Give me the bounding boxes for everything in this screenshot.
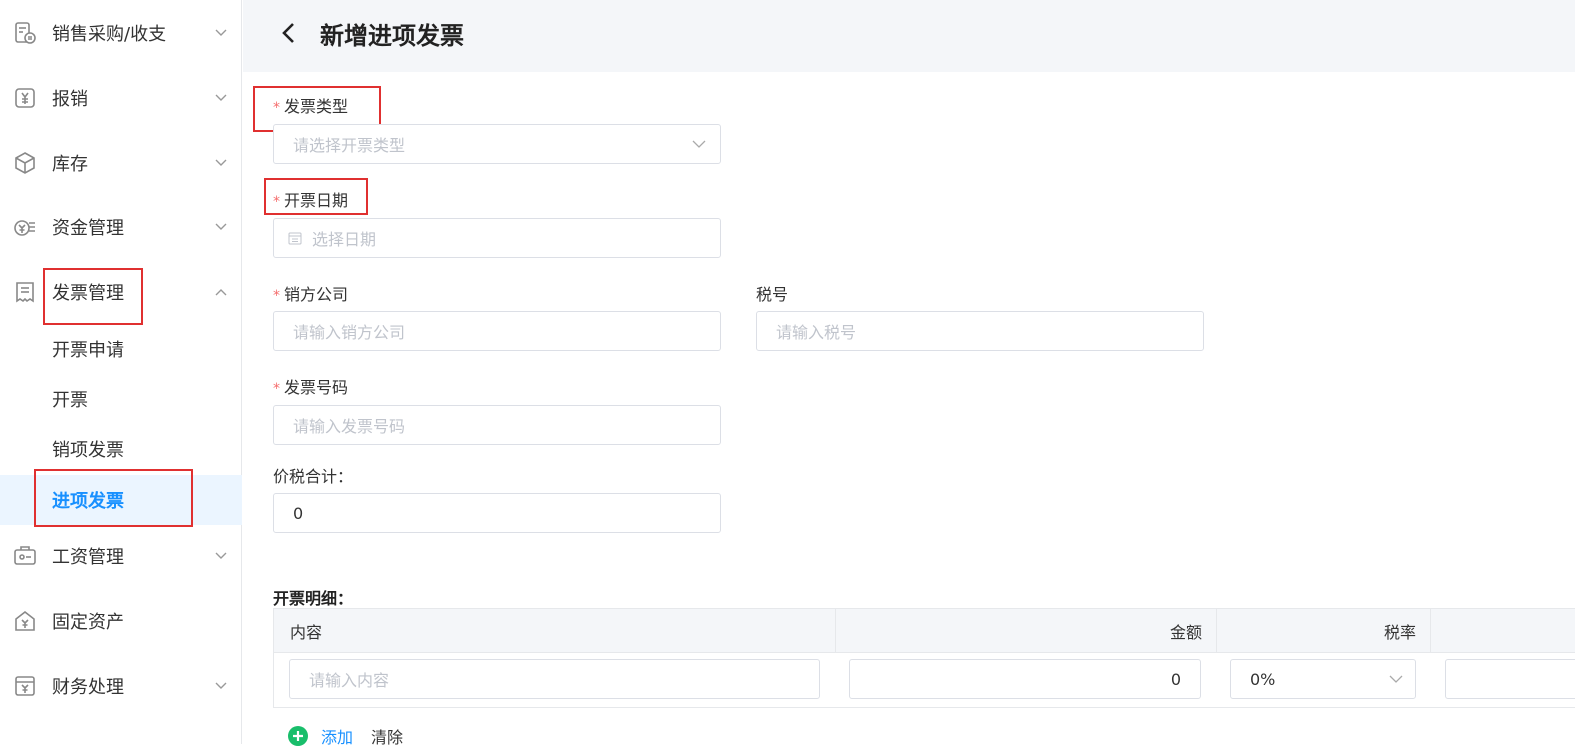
content-input[interactable]: 请输入内容 <box>289 659 820 699</box>
sidebar-item-label: 财务处理 <box>52 677 124 698</box>
yen-box-icon <box>12 85 38 111</box>
input-placeholder: 请输入税号 <box>776 323 857 342</box>
sidebar-item-invoice-management[interactable]: 发票管理 <box>0 267 242 317</box>
money-icon <box>12 214 38 240</box>
select-placeholder: 请选择开票类型 <box>293 136 406 155</box>
sidebar-item-label: 固定资产 <box>52 612 124 633</box>
receipt-icon <box>12 279 38 305</box>
sidebar-subitem-label: 进项发票 <box>52 491 124 512</box>
invoice-type-label: * 发票类型 <box>273 97 349 116</box>
sidebar-item-payroll[interactable]: 工资管理 <box>0 531 242 581</box>
input-value: 0 <box>1170 669 1181 689</box>
tax-amount-input[interactable] <box>1445 659 1575 699</box>
chevron-down-icon <box>214 91 228 105</box>
calendar-icon <box>288 232 302 245</box>
chevron-down-icon <box>214 679 228 693</box>
sidebar-subitem-label: 开票 <box>52 390 88 411</box>
chevron-up-icon <box>214 285 228 299</box>
date-placeholder: 选择日期 <box>312 230 377 249</box>
sidebar-subitem-label: 开票申请 <box>52 340 124 361</box>
sidebar-item-reimbursement[interactable]: 报销 <box>0 73 242 123</box>
sidebar-subitem-label: 销项发票 <box>52 440 124 461</box>
input-placeholder: 请输入发票号码 <box>293 417 406 436</box>
seller-company-label: * 销方公司 <box>273 285 349 304</box>
sidebar-subitem-invoice-request[interactable]: 开票申请 <box>0 324 242 374</box>
add-label: 添加 <box>321 728 354 747</box>
invoice-type-select[interactable]: 请选择开票类型 <box>273 124 721 164</box>
chevron-down-icon <box>214 220 228 234</box>
amount-input[interactable]: 0 <box>849 659 1201 699</box>
chevron-down-icon <box>692 140 706 148</box>
column-header-amount: 金额 <box>836 609 1217 653</box>
salary-card-icon <box>12 543 38 569</box>
total-with-tax-label: 价税合计： <box>273 467 354 486</box>
chevron-down-icon <box>214 549 228 563</box>
input-placeholder: 请输入销方公司 <box>293 323 406 342</box>
invoice-date-picker[interactable]: 选择日期 <box>273 218 721 258</box>
house-yen-icon <box>12 608 38 634</box>
tax-id-input[interactable]: 请输入税号 <box>756 311 1204 351</box>
page-title: 新增进项发票 <box>320 22 464 50</box>
details-table: 内容 金额 税率 请输入内容 0 0% <box>273 608 1575 708</box>
sidebar-item-label: 工资管理 <box>52 547 124 568</box>
input-placeholder: 请输入内容 <box>309 671 390 690</box>
chevron-down-icon <box>214 26 228 40</box>
clear-button[interactable]: 清除 <box>371 724 403 748</box>
chevron-left-icon <box>282 23 294 43</box>
sidebar-subitem-input-invoice[interactable]: 进项发票 <box>0 475 242 525</box>
cube-icon <box>12 150 38 176</box>
seller-company-input[interactable]: 请输入销方公司 <box>273 311 721 351</box>
select-value: 0% <box>1250 669 1276 689</box>
sidebar-item-accounting[interactable]: 财务处理 <box>0 661 242 711</box>
column-header-tax-rate: 税率 <box>1217 609 1431 653</box>
invoice-date-label: * 开票日期 <box>273 191 349 210</box>
back-button[interactable] <box>275 18 301 48</box>
sidebar: 销售采购/收支 报销 库存 资金管理 发票管理 开票申请 开票 销项发票 进项发… <box>0 0 242 744</box>
invoice-number-input[interactable]: 请输入发票号码 <box>273 405 721 445</box>
sidebar-item-label: 销售采购/收支 <box>52 24 167 45</box>
column-header-extra <box>1431 609 1575 653</box>
detail-actions: 添加 清除 <box>287 724 403 748</box>
tax-id-label: 税号 <box>756 285 789 304</box>
sidebar-item-label: 发票管理 <box>52 283 124 304</box>
sidebar-subitem-output-invoice[interactable]: 销项发票 <box>0 424 242 474</box>
chevron-down-icon <box>214 156 228 170</box>
ledger-icon <box>12 673 38 699</box>
input-value: 0 <box>293 503 304 523</box>
sidebar-item-inventory[interactable]: 库存 <box>0 138 242 188</box>
sidebar-item-sales-purchase[interactable]: 销售采购/收支 <box>0 8 242 58</box>
sidebar-item-label: 资金管理 <box>52 218 124 239</box>
invoice-number-label: * 发票号码 <box>273 378 349 397</box>
invoice-exchange-icon <box>12 20 38 46</box>
table-header-row: 内容 金额 税率 <box>274 609 1575 653</box>
sidebar-item-funds[interactable]: 资金管理 <box>0 202 242 252</box>
sidebar-item-fixed-assets[interactable]: 固定资产 <box>0 596 242 646</box>
sidebar-item-label: 库存 <box>52 154 88 175</box>
total-with-tax-input[interactable]: 0 <box>273 493 721 533</box>
add-row-button[interactable]: 添加 <box>287 724 353 748</box>
tax-rate-select[interactable]: 0% <box>1230 659 1416 699</box>
sidebar-item-label: 报销 <box>52 89 88 110</box>
chevron-down-icon <box>1389 675 1403 683</box>
column-header-content: 内容 <box>274 609 836 653</box>
details-section-title: 开票明细： <box>273 589 354 608</box>
sidebar-subitem-issue-invoice[interactable]: 开票 <box>0 374 242 424</box>
